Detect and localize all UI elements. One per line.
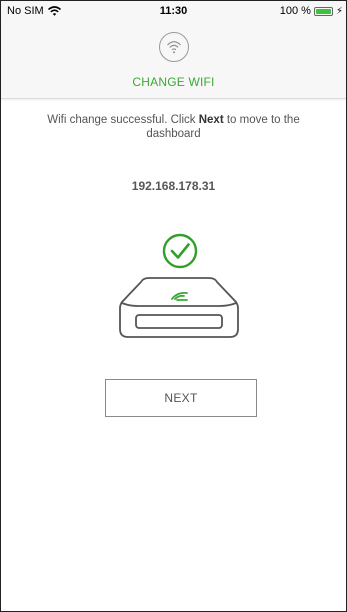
status-bar: No SIM 11:30 100 % ⚡ (1, 1, 346, 21)
status-right: 100 % ⚡ (280, 5, 343, 17)
next-button[interactable]: NEXT (105, 379, 257, 417)
router-device-icon (119, 277, 239, 338)
screen: No SIM 11:30 100 % ⚡ CHANGE WIFI Wifi ch… (0, 0, 347, 612)
charging-bolt-icon: ⚡ (335, 5, 343, 17)
check-circle-icon (162, 233, 198, 269)
header: CHANGE WIFI (1, 21, 346, 99)
success-message: Wifi change successful. Click Next to mo… (31, 113, 316, 141)
battery-percent: 100 % (279, 5, 311, 17)
message-text-start: Wifi change successful. Click (47, 114, 199, 126)
page-title: CHANGE WIFI (132, 75, 215, 89)
wifi-icon (159, 32, 189, 62)
ip-address: 192.168.178.31 (131, 179, 216, 193)
battery-icon (313, 6, 333, 16)
message-next-emphasis: Next (198, 114, 224, 126)
battery-level-fill (315, 8, 331, 14)
